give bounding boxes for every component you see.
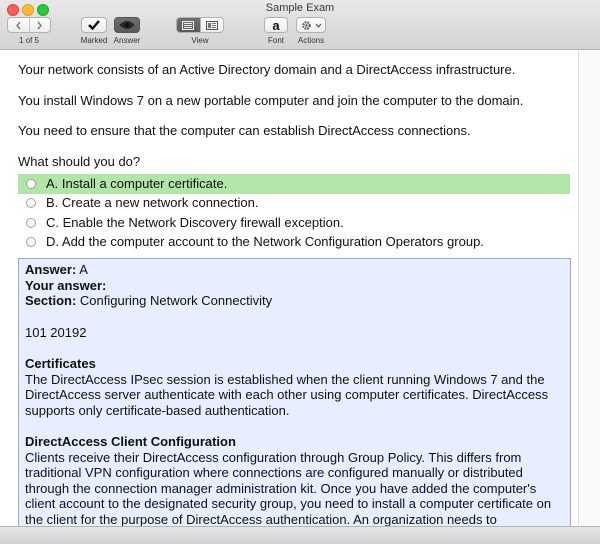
choice-b[interactable]: B. Create a new network connection. [18,193,570,213]
view-single-button[interactable] [177,18,200,32]
actions-label: Actions [297,36,325,45]
choice-d[interactable]: D. Add the computer account to the Netwo… [18,232,570,252]
gear-icon [301,20,311,30]
page-counter: 1 of 5 [18,36,39,45]
view-label: View [191,36,209,45]
reference-number: 101 20192 [25,324,87,340]
window-title: Sample Exam [265,2,335,14]
window-bottom-bar [0,526,600,544]
radio-icon[interactable] [26,198,36,208]
choice-a[interactable]: A. Install a computer certificate. [18,174,570,194]
answer-button[interactable] [114,17,140,33]
radio-icon[interactable] [26,218,36,228]
checkmark-icon [88,20,100,31]
actions-button[interactable] [296,17,326,33]
next-question-button[interactable] [28,18,51,32]
radio-icon[interactable] [26,237,36,247]
marked-button[interactable] [81,17,107,33]
explanation-heading-certificates: Certificates [25,356,96,371]
window-titlebar: Sample Exam 1 of 5 Marked Answer View a … [0,0,600,50]
answer-line: Answer: A [25,262,88,277]
choice-d-text: D. Add the computer account to the Netwo… [46,234,484,249]
explanation-paragraph-certificates: The DirectAccess IPsec session is establ… [25,371,549,418]
font-label: Font [267,36,284,45]
question-paragraph-3: You need to ensure that the computer can… [18,123,471,138]
font-icon: a [272,17,280,33]
font-button[interactable]: a [264,17,288,33]
choice-a-text: A. Install a computer certificate. [46,176,228,191]
single-page-icon [182,20,195,30]
question-navigation [7,17,51,33]
choice-c-text: C. Enable the Network Discovery firewall… [46,215,344,230]
question-paragraph-2: You install Windows 7 on a new portable … [18,93,524,108]
explanation-paragraph-client-config: Clients receive their DirectAccess confi… [25,449,552,527]
view-split-button[interactable] [199,18,224,32]
choice-b-text: B. Create a new network connection. [46,195,259,210]
previous-question-button[interactable] [8,18,29,32]
section-line: Section: Configuring Network Connectivit… [25,293,273,308]
chevron-down-icon [315,23,321,28]
explanation-heading-client-config: DirectAccess Client Configuration [25,434,236,449]
vertical-scrollbar[interactable] [578,50,600,544]
question-prompt: What should you do? [18,154,141,169]
your-answer-line: Your answer: [25,277,107,293]
answer-label: Answer [113,36,141,45]
eye-icon [119,21,135,29]
chevron-right-icon [37,21,43,29]
answer-explanation-panel: Answer: A Your answer: Section: Configur… [18,258,571,544]
view-toggle [176,17,224,33]
split-view-icon [205,20,218,30]
chevron-left-icon [15,21,21,29]
choice-c[interactable]: C. Enable the Network Discovery firewall… [18,213,570,233]
question-paragraph-1: Your network consists of an Active Direc… [18,62,516,77]
radio-icon[interactable] [26,179,36,189]
marked-label: Marked [80,36,108,45]
